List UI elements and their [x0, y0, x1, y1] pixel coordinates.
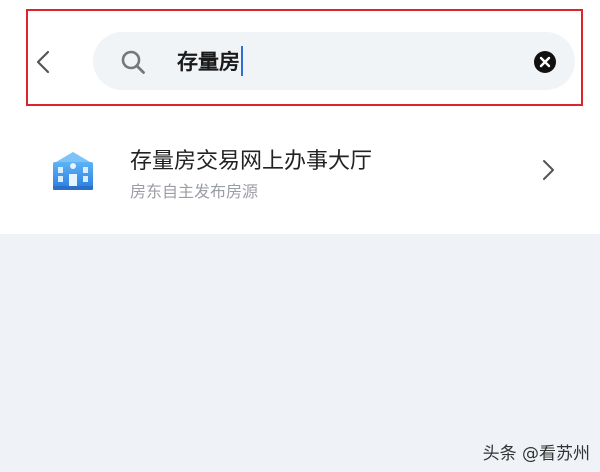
chevron-right-icon [543, 160, 554, 180]
watermark-text: 头条 @看苏州 [482, 444, 590, 464]
highlight-annotation-box [26, 9, 583, 106]
result-title: 存量房交易网上办事大厅 [130, 149, 373, 174]
building-icon [53, 152, 93, 190]
result-subtitle: 房东自主发布房源 [130, 182, 259, 201]
list-item-result[interactable]: 存量房交易网上办事大厅 房东自主发布房源 [0, 110, 600, 234]
search-header: 存量房 [0, 0, 600, 110]
